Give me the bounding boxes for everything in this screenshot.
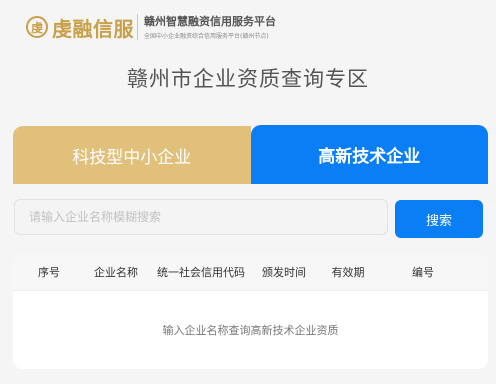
logo-emblem-icon: 虔 [26,16,48,38]
platform-name: 赣州智慧融资信用服务平台 [144,15,276,28]
tab-tech-sme[interactable]: 科技型中小企业 [13,126,251,184]
table-header: 序号 企业名称 统一社会信用代码 颁发时间 有效期 编号 [13,254,488,291]
logo[interactable]: 虔 虔融信服 [26,12,134,42]
platform-info: 赣州智慧融资信用服务平台 全国中小企业融资综合信用服务平台(赣州节点) [144,13,276,40]
column-header-credit-code: 统一社会信用代码 [157,266,245,279]
column-header-issue-date: 颁发时间 [262,266,306,279]
logo-text: 虔融信服 [52,16,134,41]
column-header-validity: 有效期 [331,266,365,279]
column-header-company-name: 企业名称 [94,266,138,279]
empty-state-message: 输入企业名称查询高新技术企业资质 [162,324,339,337]
column-header-index: 序号 [38,266,60,279]
column-header-number: 编号 [412,266,434,279]
page-title: 赣州市企业资质查询专区 [127,67,369,91]
company-search-input[interactable] [14,199,388,235]
search-button[interactable]: 搜索 [395,200,483,238]
results-table: 序号 企业名称 统一社会信用代码 颁发时间 有效期 编号 输入企业名称查询高新技… [13,254,488,369]
platform-subtitle: 全国中小企业融资综合信用服务平台(赣州节点) [144,33,269,40]
header: 虔 虔融信服 赣州智慧融资信用服务平台 全国中小企业融资综合信用服务平台(赣州节… [0,0,496,52]
header-divider [137,14,138,40]
tab-high-tech-enterprise[interactable]: 高新技术企业 [250,125,488,184]
qualification-tabs: 科技型中小企业 高新技术企业 [13,125,488,184]
